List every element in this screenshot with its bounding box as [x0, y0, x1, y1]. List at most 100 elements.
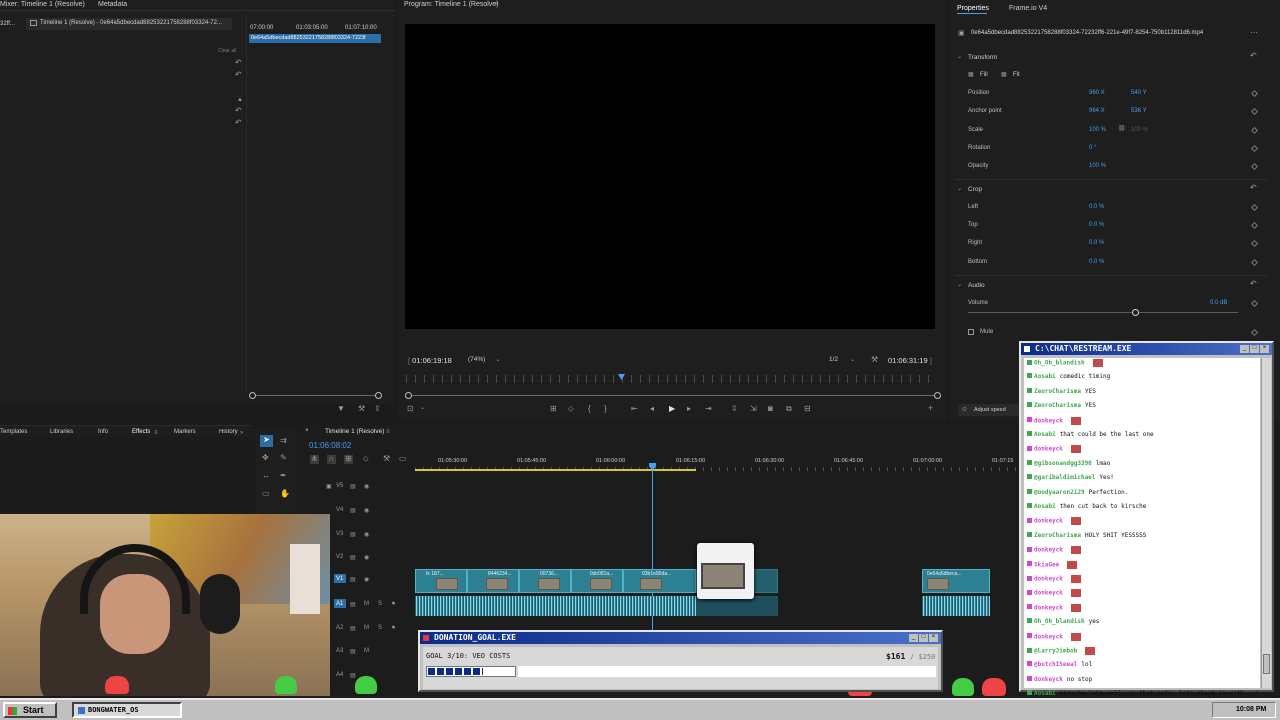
- sync-lock-icon[interactable]: ▤: [350, 648, 356, 655]
- scrub-handle[interactable]: [934, 392, 941, 399]
- tab-templates[interactable]: Templates: [0, 429, 27, 435]
- play-icon[interactable]: ▶: [669, 405, 675, 413]
- sync-lock-icon[interactable]: ▤: [350, 625, 356, 632]
- mic-icon[interactable]: ⏺: [392, 601, 395, 608]
- position-y[interactable]: 540 Y: [1131, 90, 1147, 96]
- tab-libraries[interactable]: Libraries: [50, 429, 73, 435]
- mark-out-icon[interactable]: }: [604, 405, 607, 413]
- volume-slider-track[interactable]: [968, 312, 1238, 313]
- chevron-down-icon[interactable]: ⌄: [957, 53, 962, 61]
- undo-icon[interactable]: ↶: [235, 107, 242, 115]
- transform-heading[interactable]: Transform: [968, 54, 997, 61]
- program-timecode-left[interactable]: [ 01:06:19:18: [408, 356, 452, 365]
- add-button-icon[interactable]: +: [928, 404, 933, 413]
- close-icon[interactable]: ×: [929, 634, 938, 642]
- volume-slider-handle[interactable]: [1132, 309, 1139, 316]
- wrench-icon[interactable]: ⚒: [871, 356, 878, 364]
- eye-icon[interactable]: ◉: [364, 531, 369, 538]
- crop-bottom-value[interactable]: 0.0 %: [1089, 259, 1104, 265]
- sync-lock-icon[interactable]: ▤: [350, 601, 356, 608]
- mute-track-icon[interactable]: M: [364, 625, 369, 631]
- ripple-edit-icon[interactable]: ✥: [262, 454, 269, 462]
- track-label-v4[interactable]: V4: [336, 507, 343, 513]
- anchor-y[interactable]: 536 Y: [1131, 108, 1147, 114]
- mark-in-icon[interactable]: {: [588, 405, 591, 413]
- crop-right-value[interactable]: 0.0 %: [1089, 240, 1104, 246]
- timeline-clip[interactable]: 03b1e90da...: [623, 569, 696, 593]
- timeline-close-icon[interactable]: ×: [305, 428, 309, 434]
- tab-info[interactable]: Info: [98, 429, 108, 435]
- track-lock-icon[interactable]: ▣: [326, 483, 332, 490]
- more-options-icon[interactable]: ⋯: [1250, 29, 1258, 37]
- timeline-clip[interactable]: 0e64a5dbeca...: [922, 569, 990, 593]
- opacity-value[interactable]: 100 %: [1089, 163, 1106, 169]
- chevron-down-icon[interactable]: ⌄: [957, 185, 962, 193]
- minimize-icon[interactable]: _: [1240, 345, 1249, 353]
- filter-icon[interactable]: ▼: [337, 405, 345, 413]
- program-timecode-right[interactable]: 01:06:31:19 ]: [888, 356, 932, 365]
- mic-icon[interactable]: ⏺: [392, 625, 395, 632]
- chevron-right-icon[interactable]: »: [240, 429, 243, 437]
- mute-track-icon[interactable]: M: [364, 601, 369, 607]
- compare-icon[interactable]: ⧉: [786, 405, 792, 413]
- solo-track-icon[interactable]: S: [378, 601, 382, 607]
- track-label-v3[interactable]: V3: [336, 531, 343, 537]
- audio-waveform-clip[interactable]: [922, 596, 990, 616]
- eye-icon[interactable]: ◉: [364, 483, 369, 490]
- tab-effects[interactable]: Effects: [132, 429, 150, 435]
- selection-tool-icon[interactable]: ➤: [260, 435, 273, 447]
- minimize-icon[interactable]: _: [909, 634, 918, 642]
- reset-icon[interactable]: ↶: [1250, 52, 1257, 60]
- wrench-icon[interactable]: ⚒: [383, 455, 390, 463]
- track-label-v1[interactable]: V1: [336, 576, 343, 582]
- scroll-thumb[interactable]: [1263, 654, 1270, 674]
- go-to-in-icon[interactable]: ⇤: [631, 405, 638, 413]
- scrub-handle[interactable]: [405, 392, 412, 399]
- undo-icon[interactable]: ↶: [235, 59, 242, 67]
- menu-icon[interactable]: ≡: [154, 429, 158, 437]
- tab-metadata[interactable]: Metadata: [98, 1, 127, 8]
- zoom-select[interactable]: (74%) ⌄: [468, 356, 508, 366]
- crop-left-value[interactable]: 0.0 %: [1089, 204, 1104, 210]
- reset-icon[interactable]: ↶: [1250, 184, 1257, 192]
- sync-lock-icon[interactable]: ▤: [350, 672, 356, 679]
- hand-icon[interactable]: ✋: [280, 490, 290, 498]
- link-icon[interactable]: ∩: [327, 455, 336, 464]
- work-area-bar[interactable]: [415, 469, 696, 471]
- chat-scrollbar[interactable]: [1261, 358, 1271, 688]
- marker-icon[interactable]: ⬦: [363, 455, 369, 463]
- close-icon[interactable]: ×: [1260, 345, 1269, 353]
- tab-markers[interactable]: Markers: [174, 429, 196, 435]
- taskbar-app-button[interactable]: BONGWATER_OS: [72, 702, 182, 718]
- program-video-frame[interactable]: [405, 24, 935, 329]
- sync-lock-icon[interactable]: ▤: [350, 483, 356, 490]
- zoom-handle[interactable]: [375, 392, 382, 399]
- undo-icon[interactable]: ↶: [235, 119, 242, 127]
- timeline-timecode[interactable]: 01:06:08:02: [309, 441, 351, 450]
- timeline-title[interactable]: Timeline 1 (Resolve): [325, 428, 384, 435]
- sync-lock-icon[interactable]: ▤: [350, 507, 356, 514]
- maximize-icon[interactable]: □: [1250, 345, 1259, 353]
- resolution-select[interactable]: 1/2 ⌄: [829, 356, 863, 366]
- audio-waveform-clip[interactable]: [415, 596, 696, 616]
- undo-icon[interactable]: ↶: [235, 71, 242, 79]
- sync-lock-icon[interactable]: ▤: [350, 554, 356, 561]
- fill-icon[interactable]: ▦: [968, 71, 974, 79]
- go-to-out-icon[interactable]: ⇥: [705, 405, 712, 413]
- tab-properties[interactable]: Properties: [957, 5, 989, 12]
- clear-all-button[interactable]: Clear all: [218, 48, 236, 54]
- position-x[interactable]: 960 X: [1089, 90, 1105, 96]
- caret-up-icon[interactable]: ▲: [237, 96, 243, 104]
- tab-history[interactable]: History: [219, 429, 239, 435]
- source-zoom-bar[interactable]: [252, 395, 379, 396]
- solo-track-icon[interactable]: S: [378, 625, 382, 631]
- pen-icon[interactable]: ✒: [280, 472, 287, 480]
- donation-titlebar[interactable]: DONATION_GOAL.EXE _ □ ×: [420, 632, 941, 644]
- mute-track-icon[interactable]: M: [364, 648, 369, 654]
- eye-icon[interactable]: ◉: [364, 554, 369, 561]
- fit-label[interactable]: Fit: [1013, 72, 1020, 78]
- step-back-icon[interactable]: ◂: [650, 405, 654, 413]
- reset-icon[interactable]: ↶: [1250, 280, 1257, 288]
- eye-icon[interactable]: ◉: [364, 507, 369, 514]
- track-label-a4[interactable]: A4: [336, 672, 343, 678]
